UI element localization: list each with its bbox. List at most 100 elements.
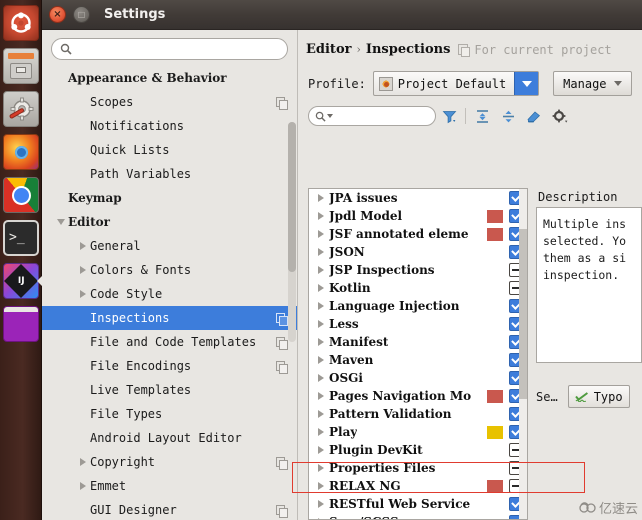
sidebar-item-gui-designer[interactable]: GUI Designer — [42, 498, 297, 520]
chevron-right-icon[interactable] — [313, 302, 329, 310]
chevron-right-icon[interactable] — [313, 428, 329, 436]
sidebar-item-android-layout-editor[interactable]: Android Layout Editor — [42, 426, 297, 450]
inspection-row[interactable]: Pattern Validation — [309, 405, 527, 423]
chevron-right-icon[interactable] — [313, 230, 329, 238]
ubuntu-dash-icon[interactable] — [3, 5, 39, 41]
sidebar-scrollbar[interactable] — [288, 122, 296, 342]
terminal-icon[interactable]: >_ — [3, 220, 39, 256]
chevron-right-icon[interactable] — [313, 248, 329, 256]
sidebar-item-scopes[interactable]: Scopes — [42, 90, 297, 114]
inspection-row[interactable]: RELAX NG — [309, 477, 527, 495]
sidebar-item-inspections[interactable]: Inspections — [42, 306, 297, 330]
sidebar-search-field[interactable] — [51, 38, 288, 60]
copy-icon[interactable] — [276, 505, 288, 518]
collapse-all-icon[interactable] — [495, 105, 521, 127]
chevron-down-icon[interactable] — [54, 219, 68, 225]
chevron-right-icon[interactable] — [76, 266, 90, 274]
sidebar-item-editor[interactable]: Editor — [42, 210, 297, 234]
reset-icon[interactable] — [521, 105, 547, 127]
intellij-idea-icon[interactable]: IJ — [3, 263, 39, 299]
inspection-row[interactable]: JSON — [309, 243, 527, 261]
chevron-right-icon[interactable] — [313, 482, 329, 490]
filter-icon[interactable] — [436, 105, 462, 127]
breadcrumb-root[interactable]: Editor — [306, 42, 351, 57]
inspection-row[interactable]: Jpdl Model — [309, 207, 527, 225]
purple-app-icon[interactable] — [3, 306, 39, 342]
sidebar-item-general[interactable]: General — [42, 234, 297, 258]
chevron-down-icon[interactable] — [327, 114, 333, 118]
severity-swatch — [487, 479, 503, 493]
sidebar-item-notifications[interactable]: Notifications — [42, 114, 297, 138]
chevron-right-icon[interactable] — [313, 392, 329, 400]
firefox-icon[interactable] — [3, 134, 39, 170]
sidebar-item-path-variables[interactable]: Path Variables — [42, 162, 297, 186]
chevron-right-icon[interactable] — [313, 284, 329, 292]
inspection-row[interactable]: Play — [309, 423, 527, 441]
chevron-right-icon[interactable] — [313, 464, 329, 472]
gear-icon[interactable] — [547, 105, 573, 127]
chevron-right-icon[interactable] — [313, 338, 329, 346]
copy-icon[interactable] — [276, 361, 288, 374]
inspection-row[interactable]: Properties Files — [309, 459, 527, 477]
chevron-down-icon[interactable] — [514, 72, 539, 95]
inspections-toolbar — [298, 96, 642, 127]
sidebar-item-file-types[interactable]: File Types — [42, 402, 297, 426]
chevron-right-icon[interactable] — [313, 356, 329, 364]
system-settings-icon[interactable] — [3, 91, 39, 127]
sidebar-item-colors-fonts[interactable]: Colors & Fonts — [42, 258, 297, 282]
chevron-right-icon[interactable] — [313, 320, 329, 328]
inspection-row[interactable]: JPA issues — [309, 189, 527, 207]
inspection-row[interactable]: OSGi — [309, 369, 527, 387]
chevron-right-icon[interactable] — [313, 374, 329, 382]
files-icon[interactable] — [3, 48, 39, 84]
chevron-right-icon[interactable] — [76, 242, 90, 250]
inspection-row[interactable]: Maven — [309, 351, 527, 369]
sidebar-item-emmet[interactable]: Emmet — [42, 474, 297, 498]
inspection-row[interactable]: RESTful Web Service — [309, 495, 527, 513]
sidebar-item-appearance-behavior[interactable]: Appearance & Behavior — [42, 66, 297, 90]
sidebar-item-file-and-code-templates[interactable]: File and Code Templates — [42, 330, 297, 354]
inspection-name: Less — [329, 317, 359, 331]
inspection-search-field[interactable] — [308, 106, 436, 126]
chevron-right-icon[interactable] — [76, 458, 90, 466]
inspection-row[interactable]: Sass/SCSS — [309, 513, 527, 519]
watermark-text: 亿速云 — [598, 502, 638, 517]
chevron-right-icon[interactable] — [313, 266, 329, 274]
copy-icon[interactable] — [276, 457, 288, 470]
sidebar-search-input[interactable] — [77, 42, 279, 56]
manage-button[interactable]: Manage — [553, 71, 632, 96]
copy-icon[interactable] — [276, 313, 288, 326]
close-icon[interactable]: × — [49, 6, 66, 23]
sidebar-item-live-templates[interactable]: Live Templates — [42, 378, 297, 402]
profile-combobox[interactable]: Project Default — [372, 71, 540, 96]
maximize-icon[interactable]: □ — [73, 6, 90, 23]
inspection-row[interactable]: Manifest — [309, 333, 527, 351]
inspection-row[interactable]: Language Injection — [309, 297, 527, 315]
sidebar-item-keymap[interactable]: Keymap — [42, 186, 297, 210]
chevron-right-icon[interactable] — [313, 194, 329, 202]
sidebar-item-quick-lists[interactable]: Quick Lists — [42, 138, 297, 162]
sidebar-item-code-style[interactable]: Code Style — [42, 282, 297, 306]
chevron-right-icon[interactable] — [313, 446, 329, 454]
chevron-right-icon[interactable] — [313, 212, 329, 220]
severity-combobox[interactable]: Typo — [567, 385, 630, 408]
chevron-right-icon[interactable] — [76, 482, 90, 490]
copy-icon[interactable] — [276, 97, 288, 110]
expand-all-icon[interactable] — [469, 105, 495, 127]
sidebar-item-copyright[interactable]: Copyright — [42, 450, 297, 474]
inspection-row[interactable]: Kotlin — [309, 279, 527, 297]
sidebar-item-file-encodings[interactable]: File Encodings — [42, 354, 297, 378]
chevron-right-icon[interactable] — [313, 410, 329, 418]
chrome-icon[interactable] — [3, 177, 39, 213]
inspection-row[interactable]: Plugin DevKit — [309, 441, 527, 459]
inspection-row[interactable]: Pages Navigation Mo — [309, 387, 527, 405]
inspection-row[interactable]: JSF annotated eleme — [309, 225, 527, 243]
inspections-scrollbar[interactable] — [519, 189, 527, 519]
copy-icon[interactable] — [276, 337, 288, 350]
inspection-row[interactable]: JSP Inspections — [309, 261, 527, 279]
inspections-list[interactable]: JPA issues Jpdl Model JSF annotated eleme J… — [308, 188, 528, 520]
chevron-right-icon[interactable] — [313, 500, 329, 508]
chevron-down-icon — [613, 81, 622, 86]
inspection-row[interactable]: Less — [309, 315, 527, 333]
chevron-right-icon[interactable] — [76, 290, 90, 298]
